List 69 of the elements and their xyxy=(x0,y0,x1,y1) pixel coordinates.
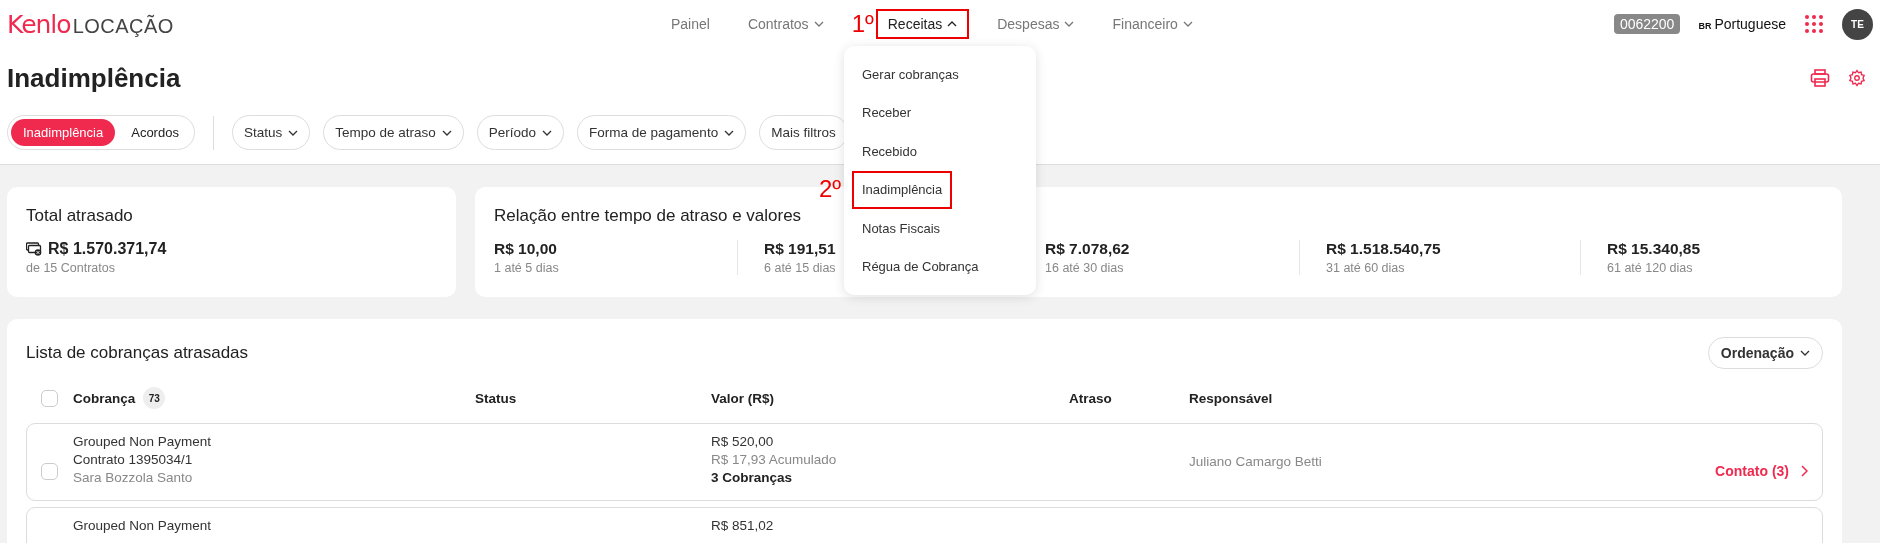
bucket-range: 1 até 5 dias xyxy=(494,261,559,275)
contact-link[interactable]: Contato (3) xyxy=(1715,463,1789,479)
count-badge: 73 xyxy=(143,387,166,409)
column-header: Responsável xyxy=(1189,390,1273,406)
select-all-checkbox[interactable] xyxy=(41,389,58,407)
card-title: Total atrasado xyxy=(26,206,134,226)
contract-number: Contrato 1395034/1 xyxy=(73,452,194,467)
print-icon[interactable] xyxy=(1810,69,1830,87)
caret-down-icon xyxy=(1064,21,1075,27)
nav-menu-item[interactable]: Painel xyxy=(661,10,720,38)
contracts-caption: de 15 Contratos xyxy=(26,261,115,275)
bucket-amount: R$ 7.078,62 xyxy=(1045,240,1130,258)
segment-tab[interactable]: Acordos xyxy=(119,119,191,146)
bucket-range: 6 até 15 dias xyxy=(764,261,836,275)
charges-count: 3 Cobranças xyxy=(711,470,794,485)
product-name: LOCAÇÃO xyxy=(72,14,174,38)
bucket-amount: R$ 191,51 xyxy=(764,240,836,258)
menu-item[interactable]: Notas Fiscais xyxy=(844,209,1036,248)
charge-value: R$ 851,02 xyxy=(711,518,775,533)
card-title: Relação entre tempo de atraso e valores xyxy=(494,206,803,226)
bucket-range: 61 até 120 dias xyxy=(1607,261,1693,275)
bucket-amount: R$ 1.518.540,75 xyxy=(1326,240,1441,258)
charge-row[interactable]: Grouped Non Payment Contrato 1395034/1 Sara Bozzola Santo R$ 520,00 R$ 17,93 Acumulado 3 Cobranças Juliano Camargo Betti Contato (3) xyxy=(26,423,1823,501)
chevron-right-icon[interactable] xyxy=(1801,465,1808,477)
bucket-range: 31 até 60 dias xyxy=(1326,261,1405,275)
client-name: Sara Bozzola Santo xyxy=(73,470,194,485)
caret-down-icon xyxy=(813,21,824,27)
brand-logo[interactable]: Kenlo xyxy=(7,9,71,39)
step-label: 2º xyxy=(819,176,842,201)
country-code: BR xyxy=(1698,21,1712,31)
nav-menu-item[interactable]: Financeiro xyxy=(1102,10,1203,38)
page-title: Inadimplência xyxy=(7,62,181,94)
bucket-range: 16 até 30 dias xyxy=(1045,261,1124,275)
column-header: Status xyxy=(475,390,517,406)
charge-type: Grouped Non Payment xyxy=(73,434,213,449)
caret-up-icon xyxy=(947,21,958,27)
bucket-amount: R$ 15.340,85 xyxy=(1607,240,1701,258)
nav-menu-item[interactable]: Receitas xyxy=(875,9,970,39)
charge-type: Grouped Non Payment xyxy=(73,518,213,533)
charge-value: R$ 520,00 xyxy=(711,434,775,449)
sort-dropdown[interactable]: Ordenação xyxy=(1707,337,1823,369)
responsible-name: Juliano Camargo Betti xyxy=(1189,454,1323,469)
segment-tab[interactable]: Inadimplência xyxy=(11,119,116,146)
row-checkbox[interactable] xyxy=(41,463,58,480)
column-header: Atraso xyxy=(1069,390,1112,406)
total-amount: R$ 1.570.371,74 xyxy=(48,240,167,258)
column-header: Cobrança xyxy=(73,390,136,406)
list-title: Lista de cobranças atrasadas xyxy=(26,343,249,363)
account-code-badge: 0062200 xyxy=(1613,14,1681,34)
accumulated-value: R$ 17,93 Acumulado xyxy=(711,452,838,467)
column-header: Valor (R$) xyxy=(711,390,775,406)
caret-down-icon xyxy=(1182,21,1193,27)
apps-grid-icon[interactable] xyxy=(1804,14,1824,34)
filter-dropdown[interactable]: Forma de pagamento xyxy=(577,115,747,150)
filter-dropdown[interactable]: Período xyxy=(476,115,565,150)
nav-menu-item[interactable]: Despesas xyxy=(987,10,1085,38)
charge-row[interactable]: Grouped Non Payment R$ 851,02 xyxy=(26,507,1823,543)
settings-icon[interactable] xyxy=(1848,69,1866,87)
cash-icon xyxy=(26,242,42,256)
bucket-amount: R$ 10,00 xyxy=(494,240,557,258)
filter-dropdown[interactable]: Status xyxy=(231,115,311,150)
nav-menu-item[interactable]: Contratos xyxy=(737,10,834,38)
user-avatar[interactable]: TE xyxy=(1842,8,1873,40)
filter-dropdown[interactable]: Tempo de atraso xyxy=(323,115,464,150)
caret-down-icon xyxy=(1800,350,1810,356)
menu-item[interactable]: Régua de Cobrança xyxy=(844,247,1036,286)
menu-item[interactable]: Gerar cobranças xyxy=(844,55,1036,94)
language-selector[interactable]: Portuguese xyxy=(1714,16,1786,32)
step-label: 1º xyxy=(851,12,874,36)
